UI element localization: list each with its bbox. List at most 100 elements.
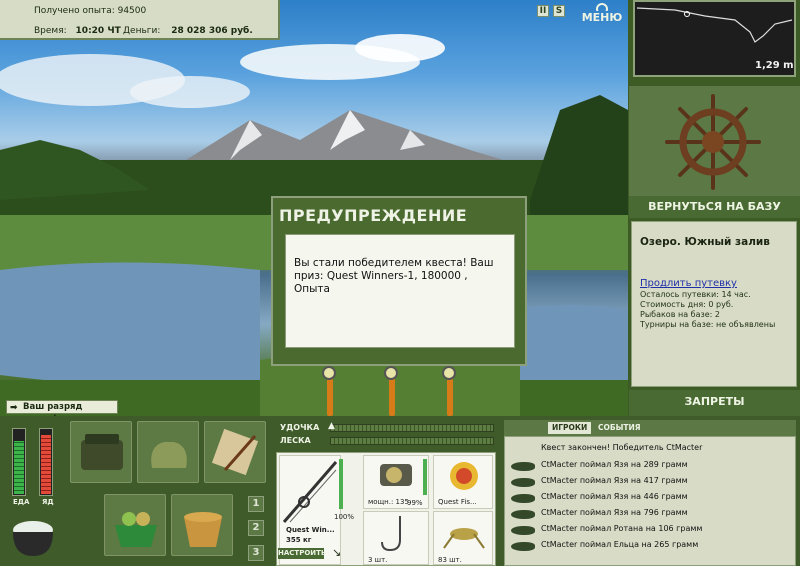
setup-button[interactable]: НАСТРОИТЬ — [278, 548, 326, 559]
rank-up-banner[interactable]: ➡ Ваш разряд вырос! — [6, 400, 118, 424]
food-meter — [12, 428, 26, 496]
event-text: CtMacter поймал Ельца на 265 грамм — [541, 540, 699, 549]
status-panel: Получено опыта: 94500 Время: 10:20 ЧТ Де… — [0, 0, 280, 40]
sound-button[interactable]: S — [553, 5, 565, 17]
inventory-slot[interactable] — [70, 421, 132, 483]
event-text: CtMacter поймал Язя на 289 грамм — [541, 460, 688, 469]
list-item: CtMacter поймал Язя на 796 грамм — [509, 507, 793, 521]
dialog-message: Вы стали победителем квеста! Ваш приз: Q… — [285, 234, 515, 348]
bag-tab-1[interactable]: 1 — [248, 496, 264, 512]
hook-count: 3 шт. — [368, 556, 388, 564]
cauldron-icon[interactable] — [8, 510, 58, 560]
ship-wheel-icon — [665, 94, 761, 190]
fishing-rod-icon — [282, 461, 338, 523]
fish-icon — [511, 478, 535, 487]
money-value: 28 028 306 руб. — [171, 26, 253, 36]
rod-condition-bar — [339, 459, 343, 509]
inventory-slot[interactable] — [171, 494, 233, 556]
warning-dialog[interactable]: ПРЕДУПРЕЖДЕНИЕ Вы стали победителем квес… — [271, 196, 527, 366]
dialog-title: ПРЕДУПРЕЖДЕНИЕ — [279, 206, 468, 225]
event-text: CtMacter поймал Язя на 796 грамм — [541, 508, 688, 517]
location-name: Озеро. Южный залив — [640, 236, 770, 248]
line-tension-bar — [330, 437, 494, 445]
arrow-right-icon: ➡ — [10, 403, 18, 413]
reel-condition: 99% — [407, 499, 423, 507]
rod-stand[interactable] — [389, 374, 395, 416]
event-text: CtMacter поймал Язя на 446 грамм — [541, 492, 688, 501]
info-line: Рыбаков на базе: 2 — [640, 310, 720, 319]
menu-label: МЕНЮ — [581, 11, 623, 24]
list-item: CtMacter поймал Ротана на 106 грамм — [509, 523, 793, 537]
money-block: Деньги: 28 028 306 руб. — [123, 26, 253, 36]
poison-meter — [39, 428, 53, 496]
sack-icon — [151, 442, 187, 468]
bag-tab-2[interactable]: 2 — [248, 520, 264, 536]
hook-cell[interactable]: 3 шт. — [363, 511, 429, 565]
time-block: Время: 10:20 ЧТ — [34, 26, 121, 36]
triangle-marker-icon: ▲ — [328, 421, 335, 431]
quest-finished-message: Квест закончен! Победитель CtMacter — [541, 443, 703, 452]
list-item: CtMacter поймал Язя на 417 грамм — [509, 475, 793, 489]
poison-meter-fill — [41, 434, 51, 494]
rod-weight: 355 кг — [286, 536, 312, 544]
gear-icon — [596, 3, 608, 11]
rod-name: Quest Win... — [286, 526, 335, 534]
reel-condition-bar — [423, 459, 427, 495]
lure-name: Quest Fis... — [438, 498, 477, 506]
bait-count: 83 шт. — [438, 556, 462, 564]
bell-icon — [442, 366, 456, 380]
arrow-down-right-icon[interactable]: ↘ — [332, 546, 341, 559]
reel-power: мощн.: 135 — [368, 498, 409, 506]
bans-button[interactable]: ЗАПРЕТЫ — [629, 390, 800, 416]
events-panel: ИГРОКИ СОБЫТИЯ Квест закончен! Победител… — [504, 420, 796, 566]
tab-events[interactable]: СОБЫТИЯ — [594, 422, 645, 434]
reel-icon — [380, 464, 412, 486]
rod-stand[interactable] — [327, 374, 333, 416]
return-to-base-button[interactable]: ВЕРНУТЬСЯ НА БАЗУ — [629, 196, 800, 218]
event-text: CtMacter поймал Ротана на 106 грамм — [541, 524, 703, 533]
bag-tab-3[interactable]: 3 — [248, 545, 264, 561]
fish-icon — [511, 494, 535, 503]
hook-icon — [381, 516, 401, 552]
fish-icon — [511, 526, 535, 535]
pause-button[interactable]: II — [537, 5, 549, 17]
list-item: CtMacter поймал Ельца на 265 грамм — [509, 539, 793, 553]
time-label: Время: — [34, 26, 67, 36]
inventory-slot[interactable] — [104, 494, 166, 556]
map-icon — [211, 428, 259, 476]
rod-stand[interactable] — [447, 374, 453, 416]
event-text: CtMacter поймал Язя на 417 грамм — [541, 476, 688, 485]
inventory-slot[interactable] — [137, 421, 199, 483]
list-item: CtMacter поймал Язя на 289 грамм — [509, 459, 793, 473]
tab-players[interactable]: ИГРОКИ — [548, 422, 592, 434]
location-info-panel: Озеро. Южный залив Продлить путевку Оста… — [631, 221, 797, 387]
bell-icon — [322, 366, 336, 380]
line-label: ЛЕСКА — [280, 436, 311, 445]
depth-value: 1,29 m — [755, 60, 794, 71]
lure-cell[interactable]: Quest Fis... — [433, 455, 493, 509]
lure-icon — [450, 462, 478, 490]
grasshopper-icon — [443, 528, 485, 549]
bucket-icon — [184, 512, 222, 547]
info-line: Турниры на базе: не объявлены — [640, 320, 776, 329]
experience-text: Получено опыта: 94500 — [34, 6, 147, 16]
poison-label: ЯД — [42, 498, 54, 506]
bait-cell[interactable]: 83 шт. — [433, 511, 493, 565]
fish-icon — [511, 542, 535, 551]
info-line: Стоимость дня: 0 руб. — [640, 300, 734, 309]
events-list: Квест закончен! Победитель CtMacter CtMa… — [504, 436, 796, 566]
fish-icon — [511, 510, 535, 519]
menu-button[interactable]: МЕНЮ — [578, 3, 626, 24]
time-value: 10:20 ЧТ — [75, 26, 121, 36]
rod-label: УДОЧКА — [280, 423, 320, 432]
tackle-box-icon — [81, 434, 123, 470]
rod-tension-bar — [330, 424, 494, 432]
basket-icon — [115, 512, 157, 547]
money-label: Деньги: — [123, 26, 161, 36]
extend-permit-link[interactable]: Продлить путевку — [640, 278, 788, 289]
food-label: ЕДА — [13, 498, 30, 506]
info-line: Осталось путевки: 14 час. — [640, 290, 751, 299]
food-meter-fill — [14, 441, 24, 494]
inventory-slot[interactable] — [204, 421, 266, 483]
bell-icon — [384, 366, 398, 380]
